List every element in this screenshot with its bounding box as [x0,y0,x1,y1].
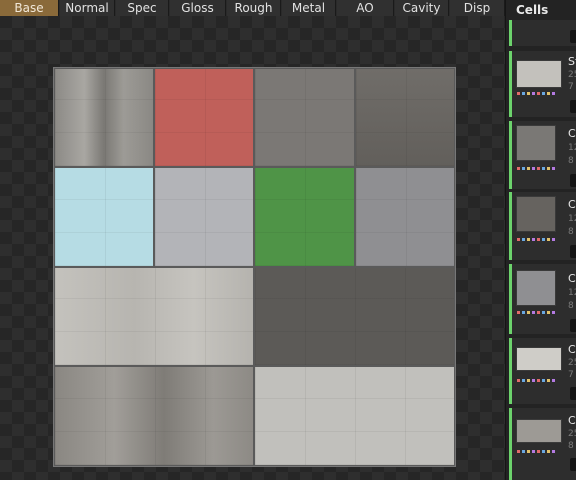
cell-name: St [568,55,576,68]
tab-metal[interactable]: Metal [282,0,336,16]
cell-card[interactable]: Co 25 8 S [509,408,576,480]
select-button[interactable]: S [570,100,576,113]
cells-panel: Cells S St 25 7 S Ca 12 8 S Co 12 8 S Co… [505,0,576,480]
cell-card[interactable]: St 25 7 S [509,51,576,117]
atlas-cell[interactable] [355,68,455,167]
tab-ao[interactable]: AO [337,0,394,16]
tab-rough[interactable]: Rough [227,0,281,16]
cell-thumbnail [516,60,562,88]
cell-size: 12 [568,143,576,153]
cell-name: Co [568,272,576,285]
atlas-cell[interactable] [54,366,254,466]
texture-viewport[interactable] [0,16,505,480]
atlas-cell[interactable] [254,68,355,167]
cell-thumbnail [516,270,556,306]
select-button[interactable]: S [570,245,576,258]
cell-thumbnail [516,419,562,443]
cell-count: 8 [568,441,574,451]
select-button[interactable]: S [570,458,576,471]
atlas-cell[interactable] [54,167,154,267]
cell-size: 12 [568,214,576,224]
cell-count: 8 [568,156,574,166]
cell-name: Co [568,198,576,211]
cell-size: 25 [568,358,576,368]
channel-indicators [517,379,557,382]
channel-indicators [517,238,557,241]
cell-card[interactable]: Ca 12 8 S [509,121,576,189]
cell-thumbnail [516,125,556,161]
cell-thumbnail [516,347,562,371]
cell-card[interactable]: S [509,20,576,46]
cell-thumbnail [516,196,556,232]
tab-spec[interactable]: Spec [116,0,169,16]
atlas-cell[interactable] [254,267,455,366]
panel-title: Cells [516,3,549,17]
atlas-cell[interactable] [54,68,154,167]
atlas-cell[interactable] [355,167,455,267]
select-button[interactable]: S [570,319,576,332]
atlas-cell[interactable] [254,167,355,267]
atlas-cell[interactable] [154,167,254,267]
cell-size: 12 [568,288,576,298]
atlas-cell[interactable] [54,267,254,366]
select-button[interactable]: S [570,174,576,187]
cell-name: Co [568,414,576,427]
atlas-cell[interactable] [254,366,455,466]
tab-base[interactable]: Base [0,0,59,16]
channel-indicators [517,92,557,95]
select-button[interactable]: S [570,30,576,43]
cell-count: 8 [568,301,574,311]
cell-card[interactable]: Co 25 7 S [509,338,576,404]
cell-count: 7 [568,82,574,92]
channel-indicators [517,450,557,453]
cell-size: 25 [568,70,576,80]
tab-disp[interactable]: Disp [450,0,505,16]
tab-cavity[interactable]: Cavity [395,0,449,16]
tab-normal[interactable]: Normal [60,0,115,16]
atlas-cell[interactable] [154,68,254,167]
tab-gloss[interactable]: Gloss [170,0,226,16]
cell-card[interactable]: Co 12 8 S [509,264,576,334]
cell-size: 25 [568,429,576,439]
cell-count: 7 [568,370,574,380]
select-button[interactable]: S [570,387,576,400]
texture-atlas[interactable] [53,67,456,467]
channel-tabs: Base Normal Spec Gloss Rough Metal AO Ca… [0,0,505,16]
cell-card[interactable]: Co 12 8 S [509,192,576,260]
cell-name: Co [568,343,576,356]
cell-count: 8 [568,227,574,237]
channel-indicators [517,167,557,170]
channel-indicators [517,311,557,314]
cell-name: Ca [568,127,576,140]
